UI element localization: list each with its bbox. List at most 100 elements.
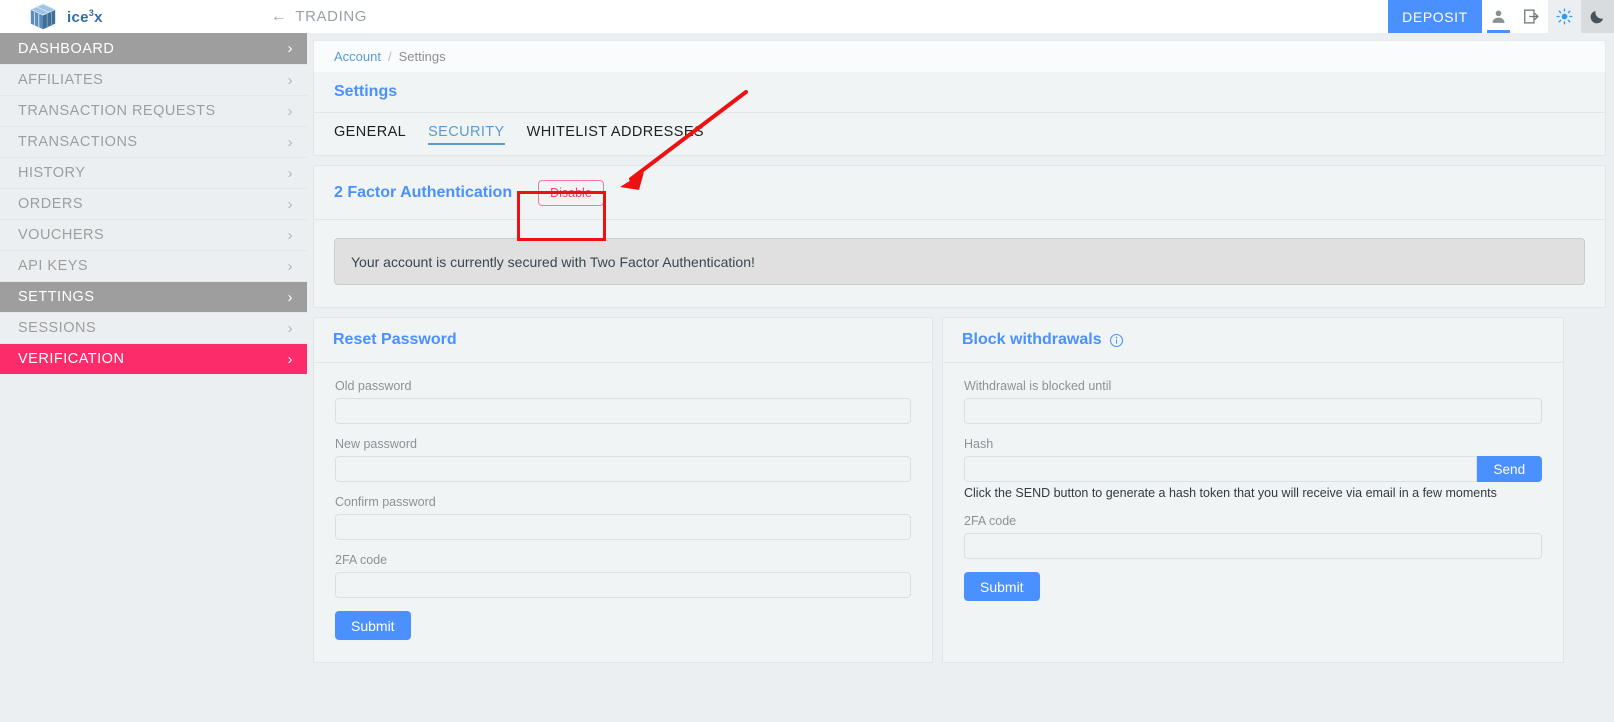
block-withdrawals-submit-button[interactable]: Submit [964,572,1040,601]
sidebar-item-label: TRANSACTION REQUESTS [18,103,216,119]
reset-password-field-input[interactable] [335,572,911,598]
sidebar-item-dashboard[interactable]: DASHBOARD › [0,33,307,64]
reset-password-field-label: 2FA code [335,553,388,567]
chevron-right-icon: › [287,40,293,57]
reset-password-field-label: Confirm password [335,495,436,509]
hash-input[interactable] [964,456,1477,482]
sidebar-item-label: HISTORY [18,165,86,181]
chevron-right-icon: › [287,102,293,120]
sidebar-item-vouchers[interactable]: VOUCHERS › [0,219,307,250]
sidebar-item-label: SETTINGS [18,289,95,305]
two-factor-status-notice: Your account is currently secured with T… [334,238,1585,285]
info-circle-icon[interactable] [1109,333,1124,348]
sidebar-item-label: VOUCHERS [18,227,105,243]
trading-back-link[interactable]: ← TRADING [271,8,367,25]
sidebar-item-label: AFFILIATES [18,72,104,88]
settings-card: Settings GENERAL SECURITY WHITELIST ADDRES… [313,72,1606,156]
brand-logo-area[interactable]: ice3x [28,2,103,32]
sidebar-item-verification[interactable]: VERIFICATION › [0,343,307,374]
topbar-actions: DEPOSIT [1388,0,1614,33]
chevron-right-icon: › [287,133,293,151]
trading-label: TRADING [295,8,368,25]
sidebar-item-affiliates[interactable]: AFFILIATES › [0,64,307,95]
sidebar-item-label: TRANSACTIONS [18,134,138,150]
deposit-button[interactable]: DEPOSIT [1388,0,1482,33]
withdrawals-2fa-input[interactable] [964,533,1542,559]
light-theme-button[interactable] [1548,0,1581,33]
moon-icon [1590,10,1604,24]
two-factor-card: 2 Factor Authentication Disable Your acc… [313,165,1606,308]
settings-header: Settings [314,72,1605,113]
chevron-right-icon: › [287,350,293,368]
breadcrumb-account-link[interactable]: Account [334,49,381,64]
sidebar-item-settings[interactable]: SETTINGS › [0,281,307,312]
block-withdrawals-card: Block withdrawals Withdrawal is blocked … [942,317,1564,663]
sidebar-item-history[interactable]: HISTORY › [0,157,307,188]
settings-tabs: GENERAL SECURITY WHITELIST ADDRESSES [314,113,1605,155]
chevron-right-icon: › [287,164,293,182]
hash-field-group: Hash Send Click the SEND button to gener… [964,437,1542,500]
reset-password-field-input[interactable] [335,456,911,482]
sidebar-item-label: API KEYS [18,258,89,274]
reset-password-field-group: New password [335,437,911,482]
reset-password-field-group: 2FA code [335,553,911,598]
reset-password-field-label: Old password [335,379,412,393]
hash-input-row: Send [964,456,1542,482]
page-title: Settings [334,83,398,100]
chevron-right-icon: › [287,319,293,337]
hash-help-text: Click the SEND button to generate a hash… [964,486,1497,500]
reset-password-header: Reset Password [314,318,932,363]
sidebar: DASHBOARD › AFFILIATES › TRANSACTION REQUEST… [0,33,307,722]
reset-password-title: Reset Password [333,331,457,348]
reset-password-field-label: New password [335,437,417,451]
sidebar-item-label: VERIFICATION [18,351,125,367]
blocked-until-field-group: Withdrawal is blocked until [964,379,1542,424]
two-factor-body: Your account is currently secured with T… [314,220,1605,307]
sidebar-item-api-keys[interactable]: API KEYS › [0,250,307,281]
reset-password-field-group: Old password [335,379,911,424]
top-bar: ice3x ← TRADING DEPOSIT [0,0,1614,33]
breadcrumb: Account / Settings [313,40,1606,72]
sidebar-item-orders[interactable]: ORDERS › [0,188,307,219]
tab-general[interactable]: GENERAL [334,124,406,145]
sidebar-item-sessions[interactable]: SESSIONS › [0,312,307,343]
two-factor-title: 2 Factor Authentication [334,183,513,201]
account-button[interactable] [1482,0,1515,33]
main-content: Account / Settings Settings GENERAL SECUR… [307,33,1614,722]
send-hash-button[interactable]: Send [1476,456,1542,482]
tab-security[interactable]: SECURITY [428,124,505,145]
reset-password-body: Old password New password Confirm password… [314,363,932,662]
reset-password-submit-button[interactable]: Submit [335,611,411,640]
sidebar-item-label: DASHBOARD [18,40,115,57]
reset-password-field-group: Confirm password [335,495,911,540]
blocked-until-input[interactable] [964,398,1542,424]
sun-icon [1556,8,1573,25]
breadcrumb-separator: / [387,49,392,64]
reset-password-field-input[interactable] [335,514,911,540]
person-icon [1492,10,1505,23]
breadcrumb-current: Settings [398,49,446,64]
sidebar-item-label: SESSIONS [18,320,97,336]
chevron-right-icon: › [287,288,293,306]
chevron-right-icon: › [287,226,293,244]
forms-row: Reset Password Old password New password C… [313,317,1606,663]
blocked-until-label: Withdrawal is blocked until [964,379,1112,393]
tab-whitelist-addresses[interactable]: WHITELIST ADDRESSES [527,124,704,145]
withdrawals-2fa-field-group: 2FA code [964,514,1542,559]
disable-2fa-button[interactable]: Disable [538,179,604,206]
brand-text: ice3x [67,7,103,26]
hash-label: Hash [964,437,994,451]
chevron-right-icon: › [287,71,293,89]
chevron-right-icon: › [287,257,293,275]
logout-icon [1524,9,1539,24]
reset-password-field-input[interactable] [335,398,911,424]
logout-button[interactable] [1515,0,1548,33]
sidebar-item-label: ORDERS [18,196,84,212]
arrow-left-icon: ← [270,7,288,25]
chevron-right-icon: › [287,195,293,213]
sidebar-item-transaction-requests[interactable]: TRANSACTION REQUESTS › [0,95,307,126]
two-factor-header: 2 Factor Authentication Disable [314,166,1605,220]
dark-theme-button[interactable] [1581,0,1614,33]
sidebar-item-transactions[interactable]: TRANSACTIONS › [0,126,307,157]
ice-cube-logo-icon [29,2,57,29]
